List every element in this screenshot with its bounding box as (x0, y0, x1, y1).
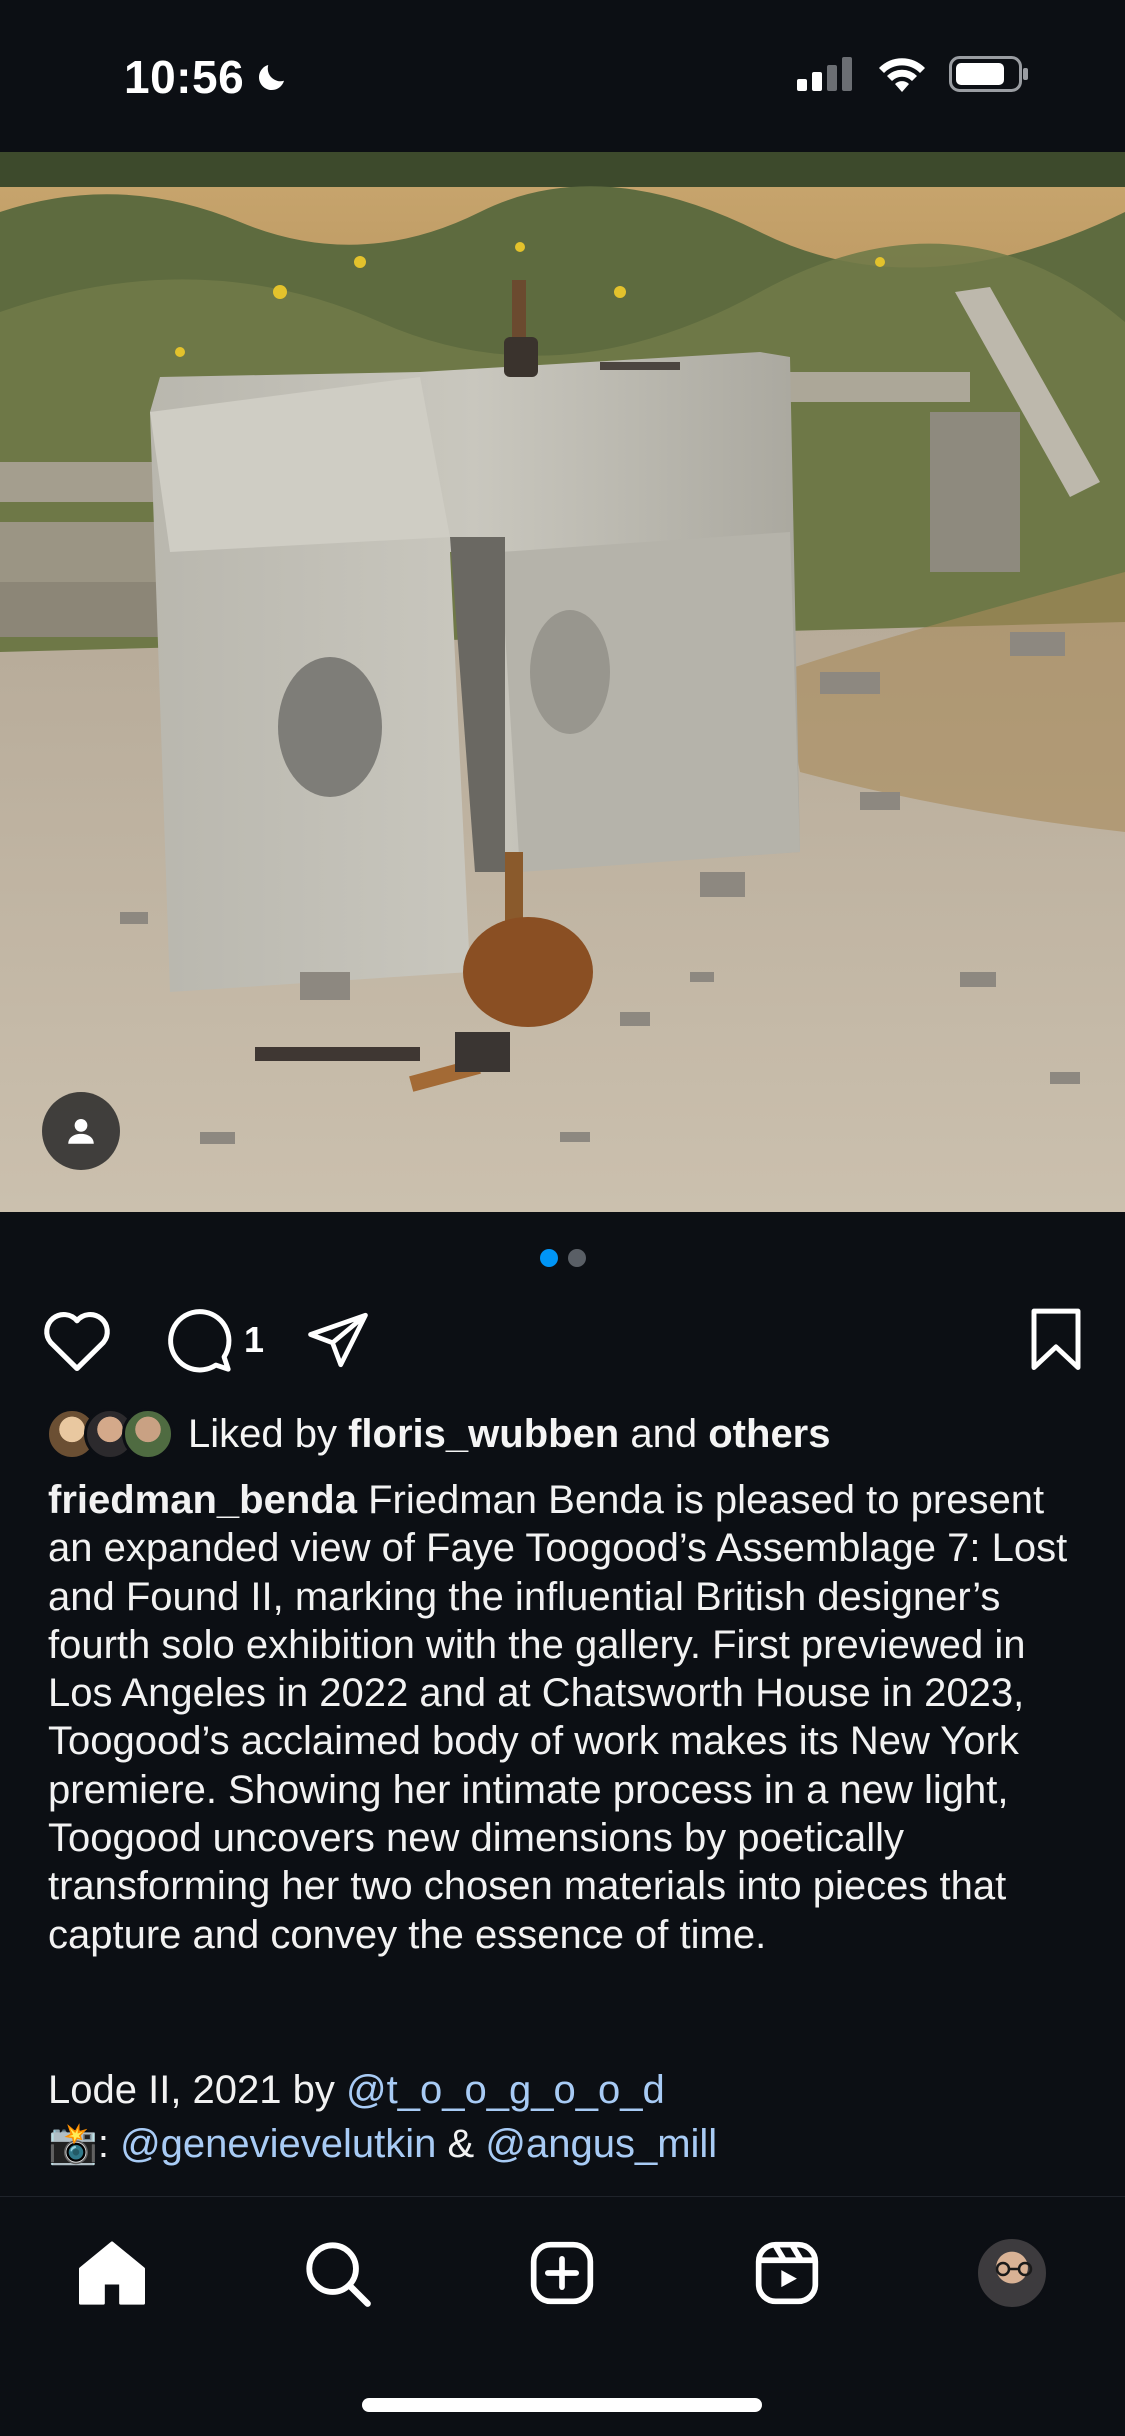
credits-line-1: Lode II, 2021 by @t_o_o_g_o_o_d (48, 2063, 1088, 2117)
comment-icon (168, 1309, 232, 1373)
profile-avatar (976, 2237, 1048, 2309)
liked-by-conjunction: and (630, 1411, 698, 1456)
cellular-signal-icon (797, 57, 852, 91)
wifi-icon (879, 58, 925, 92)
like-button[interactable] (40, 1307, 114, 1373)
home-indicator[interactable] (362, 2398, 762, 2412)
status-time: 10:56 (124, 50, 290, 104)
comment-count: 1 (244, 1319, 265, 1360)
heart-icon (44, 1312, 110, 1372)
status-icons (797, 56, 1029, 92)
share-button[interactable] (304, 1307, 372, 1373)
carousel-dot (567, 1249, 586, 1267)
nav-create[interactable] (524, 2235, 600, 2311)
post-image[interactable] (0, 152, 1125, 1212)
credits-ampersand: & (447, 2122, 475, 2166)
send-icon (308, 1312, 368, 1368)
mention-link[interactable]: @t_o_o_g_o_o_d (346, 2068, 665, 2112)
credits-separator: : (97, 2122, 109, 2166)
liker-avatars (46, 1408, 174, 1460)
caption-credits: Lode II, 2021 by @t_o_o_g_o_o_d 📸: @gene… (48, 2063, 1088, 2171)
search-icon (306, 2242, 371, 2307)
mention-link[interactable]: @genevievelutkin (120, 2122, 436, 2166)
battery-icon (949, 56, 1028, 92)
nav-profile[interactable] (974, 2235, 1050, 2311)
post-actions: 1 (40, 1300, 1085, 1380)
glasses-icon (995, 2261, 1033, 2277)
liked-by-others-link[interactable]: others (708, 1412, 830, 1457)
save-button[interactable] (1027, 1307, 1085, 1373)
person-icon (68, 1118, 94, 1144)
credits-work: Lode II, 2021 by (48, 2068, 335, 2112)
create-icon (530, 2241, 594, 2305)
camera-flash-emoji: 📸 (48, 2122, 98, 2166)
carousel-dot-active (539, 1249, 558, 1267)
avatar (122, 1408, 174, 1460)
moon-icon (259, 65, 285, 91)
clock-text: 10:56 (124, 51, 245, 103)
liked-by-row[interactable]: Liked by floris_wubben and others (46, 1408, 1079, 1460)
carousel-indicator (0, 1249, 1125, 1267)
status-bar: 10:56 (0, 0, 1125, 152)
tagged-people-button[interactable] (42, 1092, 120, 1170)
reels-icon (755, 2241, 819, 2305)
bookmark-icon (1031, 1308, 1081, 1370)
liked-by-user-link[interactable]: floris_wubben (348, 1412, 619, 1457)
mention-link[interactable]: @angus_mill (485, 2122, 717, 2166)
caption-username[interactable]: friedman_benda (48, 1478, 357, 1522)
post-caption: friedman_benda Friedman Benda is pleased… (48, 1476, 1088, 1959)
caption-text: Friedman Benda is pleased to present an … (48, 1478, 1068, 1957)
liked-by-prefix: Liked by (188, 1411, 337, 1456)
nav-home[interactable] (74, 2235, 150, 2311)
nav-search[interactable] (299, 2235, 375, 2311)
credits-line-2: 📸: @genevievelutkin & @angus_mill (48, 2117, 1088, 2171)
comment-button[interactable]: 1 (164, 1305, 264, 1375)
home-icon (78, 2241, 145, 2305)
sculpture-photo (0, 152, 1125, 1212)
nav-reels[interactable] (749, 2235, 825, 2311)
